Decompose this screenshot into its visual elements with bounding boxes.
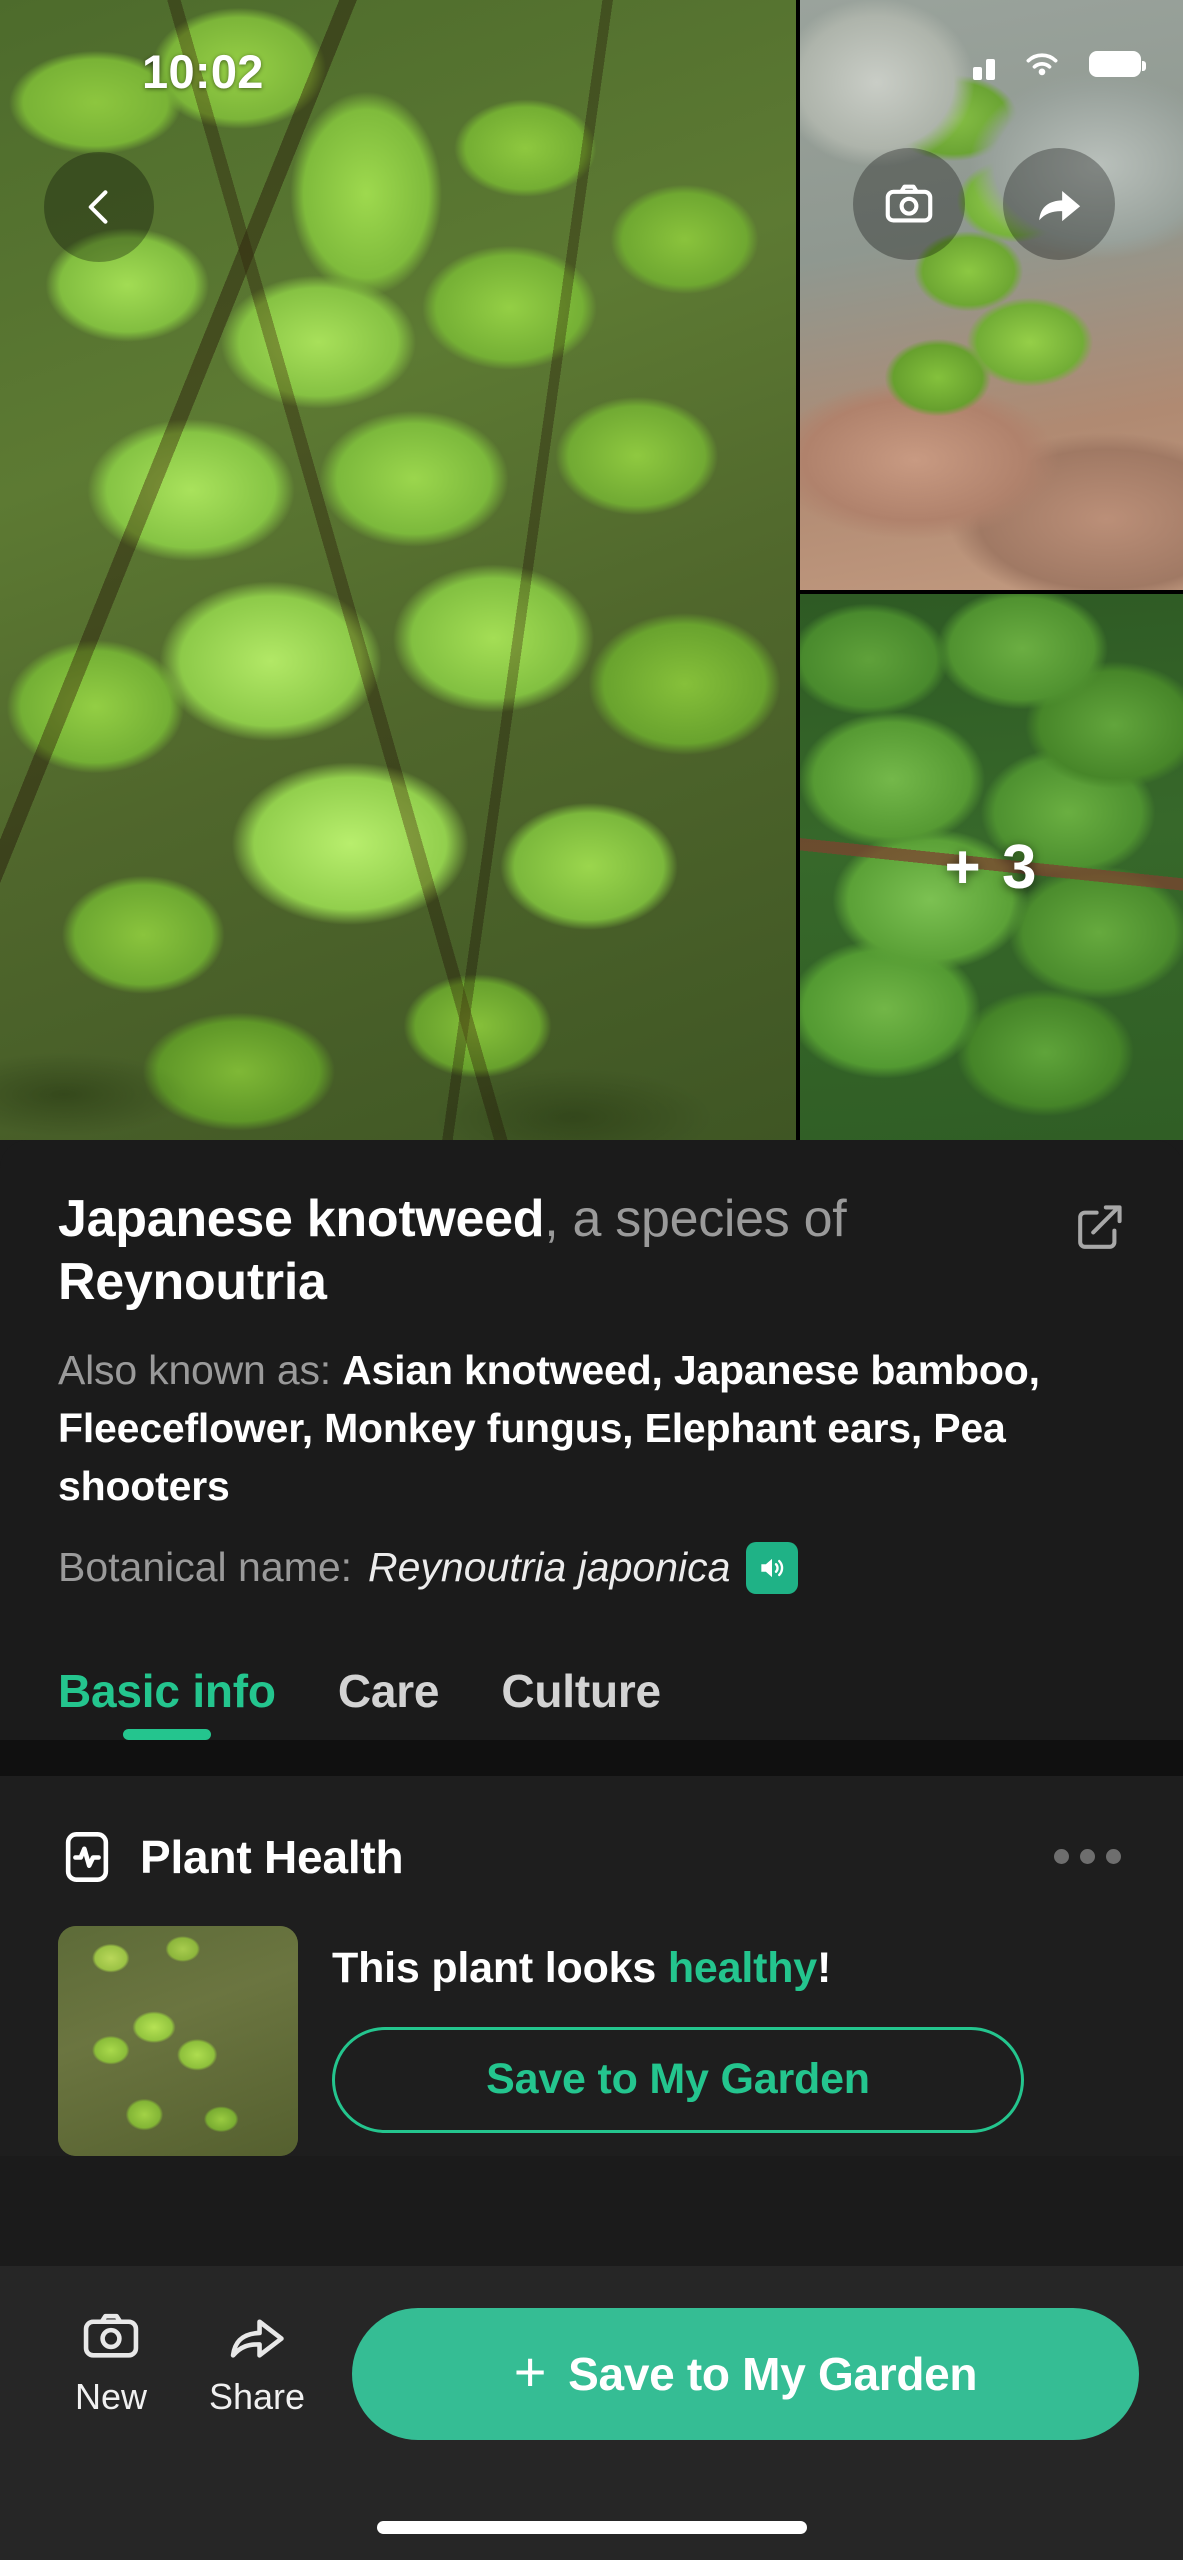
plant-health-thumbnail[interactable] <box>58 1925 298 2156</box>
plant-health-status: This plant looks healthy! <box>332 1944 1125 1993</box>
pronounce-button[interactable] <box>746 1541 799 1594</box>
tab-care[interactable]: Care <box>338 1664 440 1740</box>
back-button[interactable] <box>44 152 154 262</box>
share-bottom-button[interactable]: Share <box>184 2308 330 2418</box>
more-photos-badge: + 3 <box>944 832 1039 902</box>
share-button[interactable] <box>1003 148 1115 260</box>
plant-common-name: Japanese knotweed <box>58 1190 545 1248</box>
page-title: Japanese knotweed, a species of Reynoutr… <box>58 1188 1073 1315</box>
botanical-name-label: Botanical name: <box>58 1544 353 1591</box>
gallery-right-column: + 3 <box>800 0 1183 1140</box>
camera-icon <box>885 184 933 223</box>
bottom-toolbar: New Share + Save to My Garden <box>0 2266 1183 2560</box>
gallery-photo-2[interactable] <box>800 0 1183 590</box>
new-photo-button[interactable]: New <box>38 2308 184 2418</box>
tab-culture[interactable]: Culture <box>501 1664 661 1740</box>
pulse-icon <box>58 1828 116 1886</box>
health-status-prefix: This plant looks <box>332 1943 668 1992</box>
also-known-as: Also known as: Asian knotweed, Japanese … <box>0 1315 1183 1516</box>
plant-title-mid: , a species <box>544 1190 790 1248</box>
save-to-garden-primary-label: Save to My Garden <box>568 2348 978 2400</box>
botanical-name-row: Botanical name: Reynoutria japonica <box>0 1516 1183 1594</box>
chevron-left-icon <box>88 190 108 224</box>
share-bottom-label: Share <box>208 2376 306 2417</box>
plant-health-section: Plant Health This plant looks healthy! S… <box>0 1775 1183 2156</box>
botanical-name-value: Reynoutria japonica <box>368 1544 731 1591</box>
plant-photo-rock-image <box>800 0 1183 590</box>
save-to-garden-primary-button[interactable]: + Save to My Garden <box>352 2308 1139 2440</box>
plant-thumbnail-image <box>58 1925 298 2156</box>
section-divider <box>0 1739 1183 1776</box>
home-indicator[interactable] <box>376 2521 807 2534</box>
health-status-suffix: ! <box>817 1943 832 1992</box>
plant-title-of: of <box>803 1190 847 1248</box>
gallery-photo-3-more[interactable]: + 3 <box>800 594 1183 1140</box>
camera-icon <box>80 2308 142 2364</box>
gallery-photo-main[interactable] <box>0 0 796 1140</box>
camera-button[interactable] <box>853 148 965 260</box>
title-row: Japanese knotweed, a species of Reynoutr… <box>0 1140 1183 1315</box>
edit-button[interactable] <box>1073 1200 1127 1254</box>
share-arrow-icon <box>1039 190 1081 222</box>
plant-health-header: Plant Health <box>58 1828 1125 1886</box>
tab-basic-info[interactable]: Basic info <box>58 1664 276 1740</box>
also-known-as-label: Also known as: <box>58 1346 343 1393</box>
plus-icon: + <box>513 2340 547 2403</box>
photo-gallery[interactable]: + 3 <box>0 0 1183 1140</box>
plant-genus-name: Reynoutria <box>58 1253 327 1312</box>
share-arrow-icon <box>226 2308 288 2364</box>
plant-health-title: Plant Health <box>140 1830 404 1883</box>
status-badge: healthy <box>667 1943 818 1992</box>
speaker-icon <box>761 1558 784 1577</box>
plant-info-panel: Japanese knotweed, a species of Reynoutr… <box>0 1140 1183 2156</box>
plant-health-content: This plant looks healthy! Save to My Gar… <box>332 1926 1125 2156</box>
edit-square-icon <box>1078 1205 1122 1249</box>
plant-health-body: This plant looks healthy! Save to My Gar… <box>58 1886 1125 2156</box>
new-photo-label: New <box>74 2376 148 2417</box>
tab-bar: Basic info Care Culture <box>0 1594 1183 1740</box>
save-to-garden-outline-button[interactable]: Save to My Garden <box>332 2026 1024 2133</box>
more-horizontal-icon[interactable] <box>1054 1849 1125 1865</box>
